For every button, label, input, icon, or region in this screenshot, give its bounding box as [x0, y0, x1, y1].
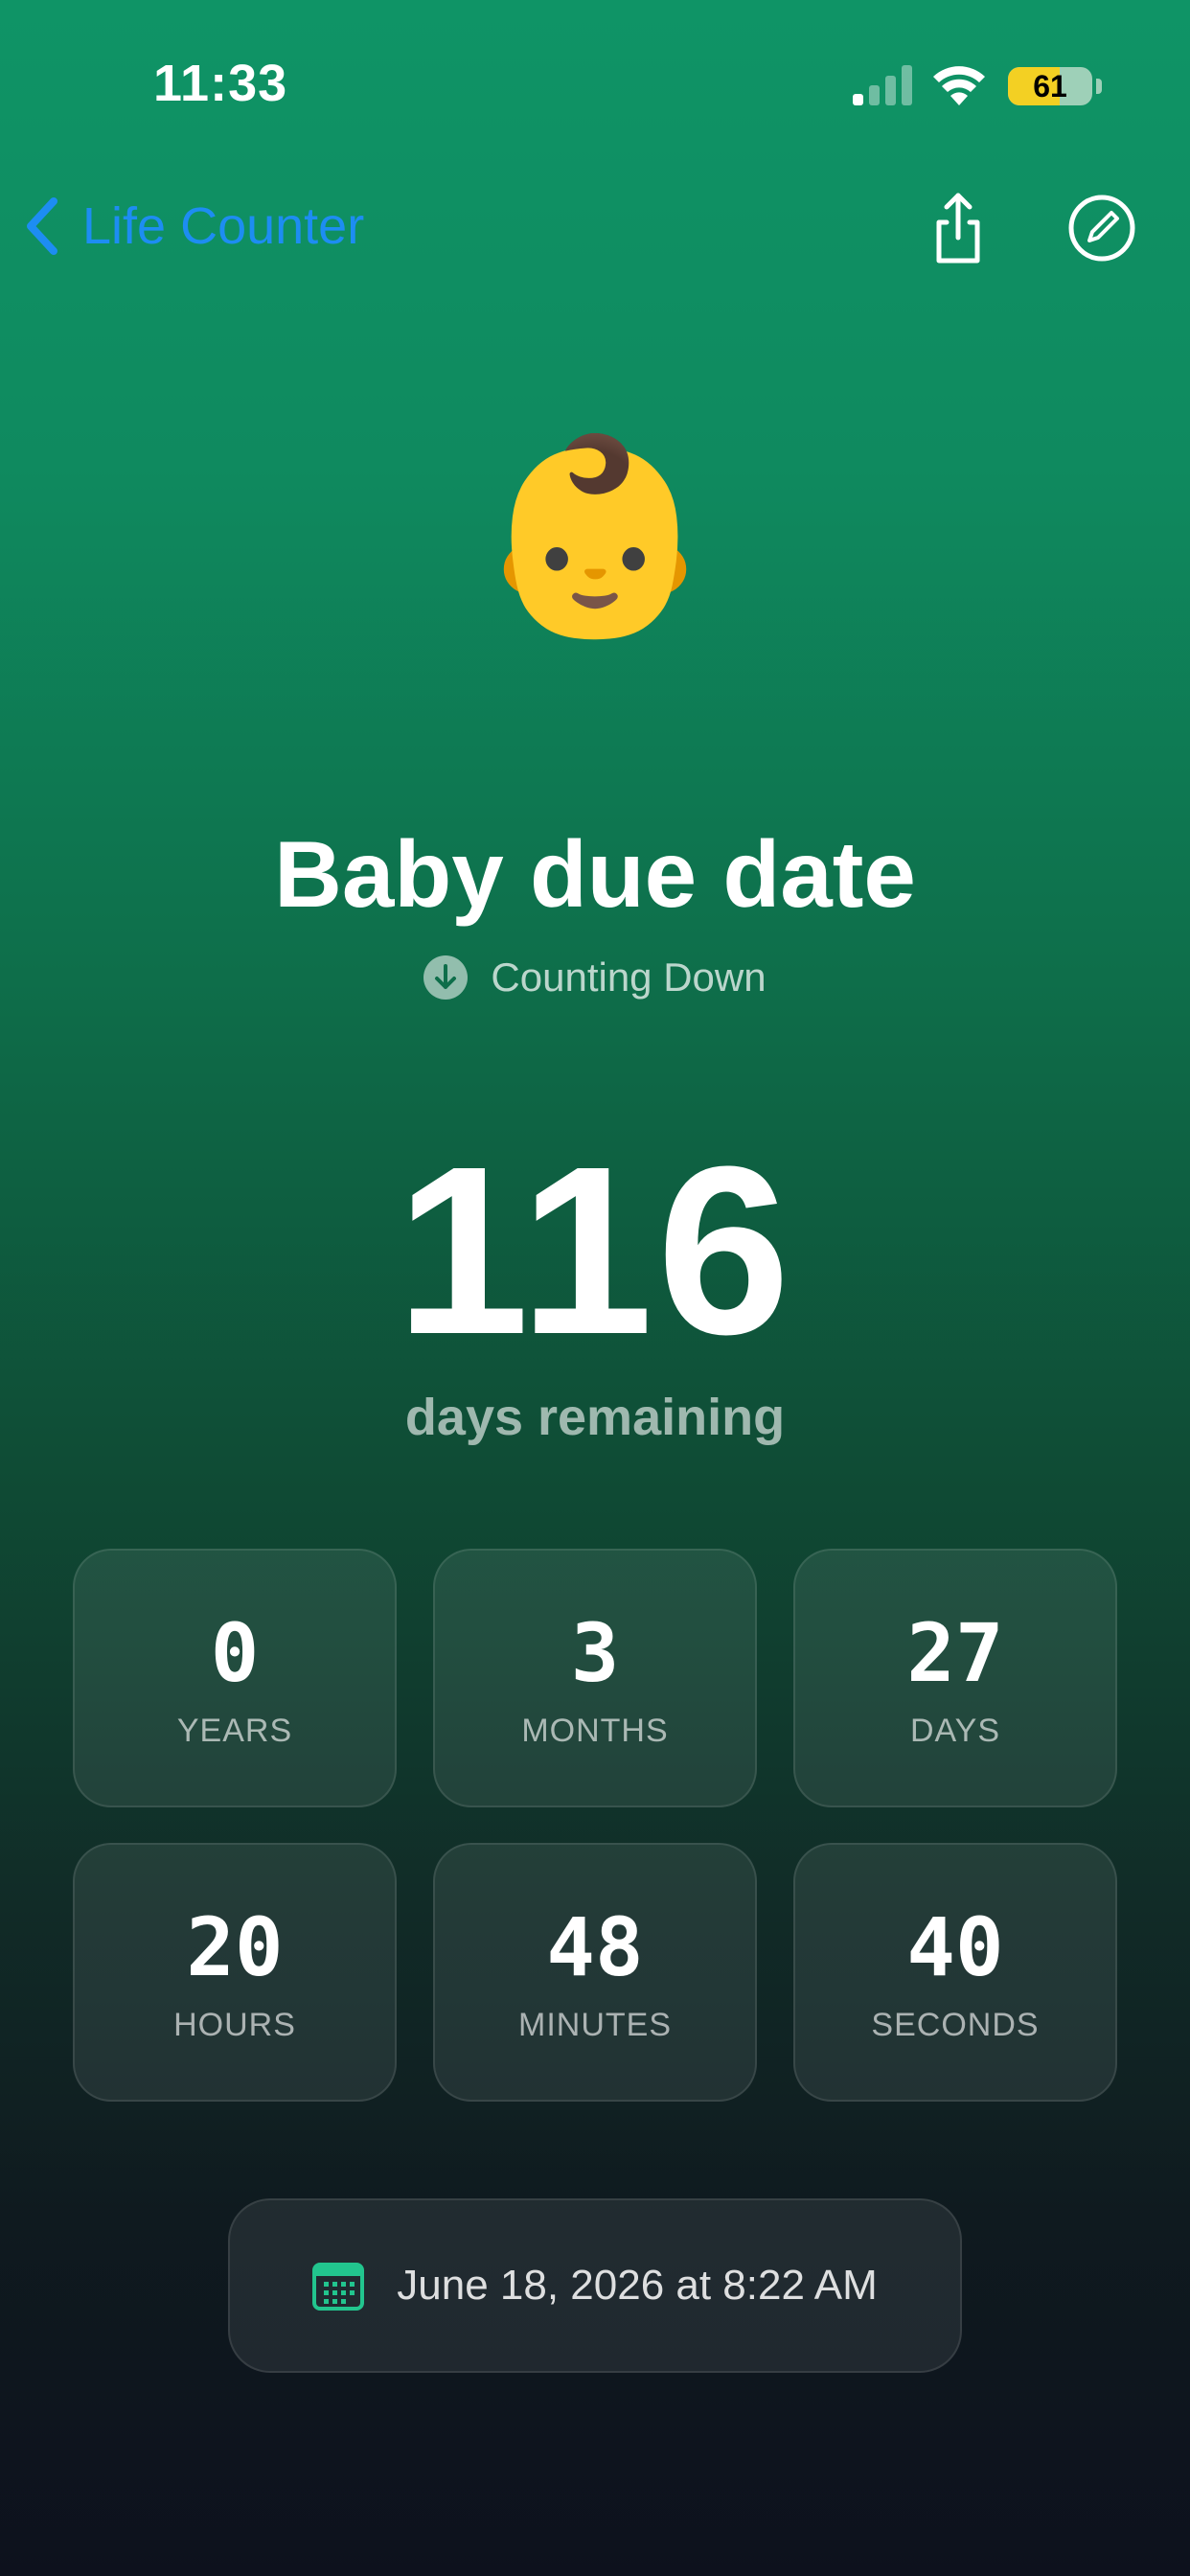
counting-mode-label: Counting Down: [491, 954, 767, 1000]
card-value: 20: [186, 1899, 284, 1994]
battery-tip: [1096, 79, 1102, 94]
calendar-icon: [312, 2263, 365, 2311]
back-button[interactable]: Life Counter: [23, 188, 364, 264]
card-value: 0: [210, 1605, 260, 1700]
time-breakdown-grid: 0 YEARS 3 MONTHS 27 DAYS 20 HOURS 48 MIN…: [73, 1549, 1117, 2102]
share-icon[interactable]: [920, 190, 996, 266]
counting-mode: Counting Down: [0, 954, 1190, 1000]
card-label: HOURS: [173, 2006, 296, 2043]
card-value: 40: [906, 1899, 1004, 1994]
target-date-text: June 18, 2026 at 8:22 AM: [397, 2262, 878, 2309]
arrow-down-circle-icon: [423, 955, 469, 1000]
counter-title: Baby due date: [274, 821, 916, 927]
card-value: 27: [906, 1605, 1004, 1700]
years-card: 0 YEARS: [73, 1549, 397, 1807]
card-label: MONTHS: [521, 1712, 669, 1749]
days-card: 27 DAYS: [793, 1549, 1117, 1807]
card-value: 3: [570, 1605, 620, 1700]
card-value: 48: [546, 1899, 644, 1994]
target-date-button[interactable]: June 18, 2026 at 8:22 AM: [228, 2198, 962, 2373]
seconds-card: 40 SECONDS: [793, 1843, 1117, 2102]
minutes-card: 48 MINUTES: [433, 1843, 757, 2102]
card-label: SECONDS: [871, 2006, 1040, 2043]
card-label: DAYS: [909, 1712, 1001, 1749]
cellular-signal-icon: [853, 65, 912, 105]
battery-percentage: 61: [1033, 69, 1067, 104]
days-remaining-label: days remaining: [404, 1389, 786, 1446]
status-bar: 11:33 61: [0, 0, 1190, 144]
counter-detail-screen: 11:33 61 Life Counter 👶 Baby due date Co…: [0, 0, 1190, 2576]
card-label: YEARS: [176, 1712, 293, 1749]
wifi-icon: [933, 66, 985, 105]
hours-card: 20 HOURS: [73, 1843, 397, 2102]
days-remaining-value: 116: [396, 1116, 794, 1384]
edit-icon[interactable]: [1064, 190, 1140, 266]
baby-emoji-icon: 👶: [475, 429, 715, 643]
status-time: 11:33: [153, 55, 288, 112]
battery-icon: 61: [1008, 67, 1092, 105]
chevron-left-icon: [27, 197, 57, 255]
months-card: 3 MONTHS: [433, 1549, 757, 1807]
back-button-label: Life Counter: [82, 197, 365, 255]
card-label: MINUTES: [518, 2006, 672, 2043]
